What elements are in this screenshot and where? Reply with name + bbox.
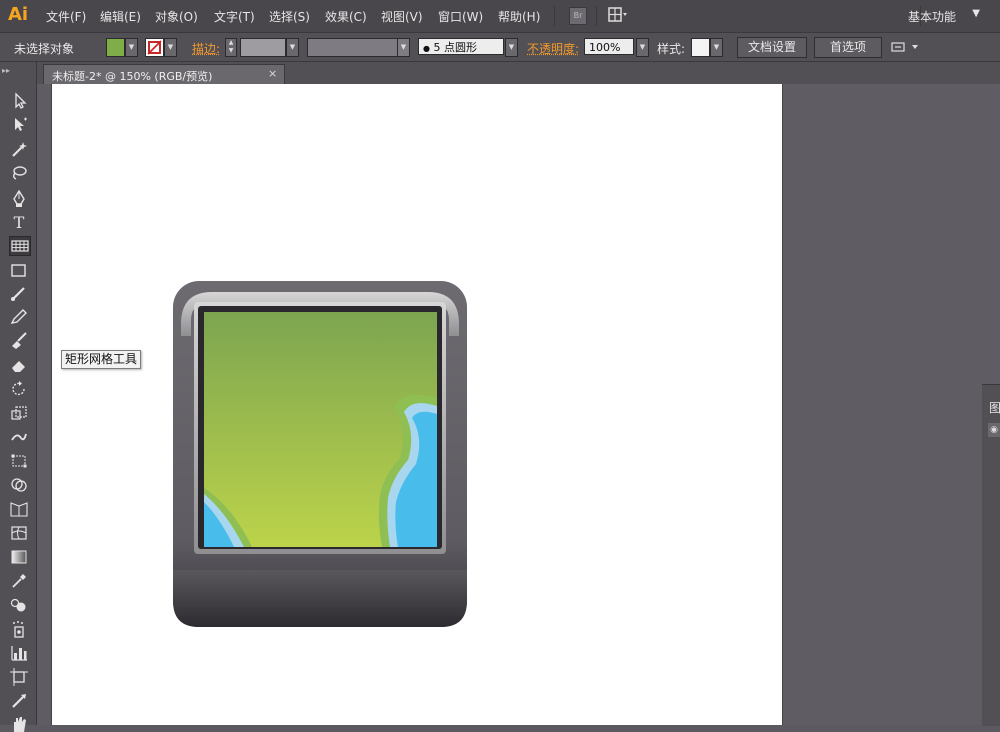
collapsed-side-panel[interactable]: 图 ◉ [982, 384, 1000, 726]
perspective-grid-tool-icon[interactable] [9, 500, 29, 518]
variable-width-dropdown[interactable]: ▼ [397, 38, 410, 57]
panel-visibility-icon[interactable]: ◉ [988, 423, 1000, 437]
artboard-tool-icon[interactable] [9, 668, 29, 686]
eyedropper-tool-icon[interactable] [9, 572, 29, 590]
pen-tool-icon[interactable] [9, 190, 29, 208]
stroke-label[interactable]: 描边: [192, 40, 220, 57]
opacity-label[interactable]: 不透明度: [527, 40, 579, 57]
fill-swatch[interactable] [106, 38, 125, 57]
warp-tool-icon[interactable] [9, 428, 29, 446]
canvas-area[interactable]: 矩形网格工具 [37, 84, 1000, 725]
opacity-dropdown[interactable]: ▼ [636, 38, 649, 57]
menu-object[interactable]: 对象(O) [155, 8, 198, 25]
brush-dropdown[interactable]: ▼ [505, 38, 518, 57]
mesh-tool-icon[interactable] [9, 524, 29, 542]
opacity-field[interactable]: 100% [584, 38, 634, 55]
artboard[interactable] [51, 84, 783, 725]
shape-builder-tool-icon[interactable] [9, 476, 29, 494]
photo-frame-artwork[interactable] [172, 280, 468, 628]
document-tab-bar: 未标题-2* @ 150% (RGB/预览) × [37, 62, 1000, 85]
menu-view[interactable]: 视图(V) [381, 8, 423, 25]
slice-tool-icon[interactable] [9, 692, 29, 710]
magic-wand-tool-icon[interactable] [9, 140, 29, 158]
gradient-tool-icon[interactable] [9, 548, 29, 566]
menu-file[interactable]: 文件(F) [46, 8, 86, 25]
graphic-style-dropdown[interactable]: ▼ [710, 38, 723, 57]
panel-grip-icon[interactable]: ▸▸ [2, 66, 10, 75]
stroke-weight-field[interactable] [240, 38, 286, 57]
control-bar: 未选择对象 ▼ ▼ 描边: ▲ ▼ ▼ ▼ ● 5 点圆形 ▼ 不透明度: 100… [0, 33, 1000, 62]
document-tab-title: 未标题-2* @ 150% (RGB/预览) [52, 70, 213, 83]
bridge-icon[interactable]: Br [569, 7, 587, 25]
close-icon[interactable]: × [268, 67, 277, 80]
symbol-sprayer-tool-icon[interactable] [9, 620, 29, 638]
variable-width-profile[interactable] [307, 38, 399, 57]
type-tool-icon[interactable]: T [9, 214, 29, 232]
selection-status: 未选择对象 [14, 42, 75, 56]
brush-dot-icon: ● [423, 44, 430, 53]
menu-effect[interactable]: 效果(C) [325, 8, 367, 25]
menu-separator [554, 6, 555, 26]
tool-tooltip: 矩形网格工具 [61, 350, 142, 369]
scale-tool-icon[interactable] [9, 404, 29, 422]
free-transform-tool-icon[interactable] [9, 452, 29, 470]
paintbrush-tool-icon[interactable] [9, 284, 29, 302]
panel-tab-label[interactable]: 图 [989, 399, 1000, 416]
app-logo: Ai [8, 4, 29, 25]
rectangular-grid-tool-icon[interactable] [9, 236, 31, 256]
menu-type[interactable]: 文字(T) [214, 8, 255, 25]
menu-bar: Ai 文件(F) 编辑(E) 对象(O) 文字(T) 选择(S) 效果(C) 视… [0, 0, 1000, 33]
direct-selection-tool-icon[interactable] [9, 116, 29, 134]
rectangle-tool-icon[interactable] [9, 262, 29, 280]
panel-menu-icon[interactable] [890, 40, 920, 54]
menu-select[interactable]: 选择(S) [269, 8, 310, 25]
tools-panel: ▸▸ T [0, 62, 37, 732]
fill-dropdown[interactable]: ▼ [125, 38, 138, 57]
blend-tool-icon[interactable] [9, 596, 29, 614]
rotate-tool-icon[interactable] [9, 380, 29, 398]
menu-edit[interactable]: 编辑(E) [100, 8, 141, 25]
arrange-documents-icon[interactable] [608, 7, 628, 23]
hand-tool-icon[interactable] [9, 714, 29, 732]
brush-name: 5 点圆形 [433, 41, 477, 54]
document-setup-button[interactable]: 文档设置 [737, 37, 807, 58]
frame-bottom [173, 570, 467, 627]
stroke-weight-stepper[interactable]: ▲ ▼ [225, 38, 237, 57]
graphic-style-swatch[interactable] [691, 38, 710, 57]
lasso-tool-icon[interactable] [9, 164, 29, 182]
stroke-dropdown[interactable]: ▼ [164, 38, 177, 57]
column-graph-tool-icon[interactable] [9, 644, 29, 662]
style-label: 样式: [657, 42, 686, 56]
menu-window[interactable]: 窗口(W) [438, 8, 483, 25]
brush-definition-field[interactable]: ● 5 点圆形 [418, 38, 504, 55]
blob-brush-tool-icon[interactable] [9, 332, 29, 350]
document-tab[interactable]: 未标题-2* @ 150% (RGB/预览) × [43, 64, 285, 85]
menu-help[interactable]: 帮助(H) [498, 8, 540, 25]
chevron-down-icon[interactable]: ▼ [972, 8, 980, 19]
stroke-none-icon[interactable] [145, 38, 164, 57]
selection-tool-icon[interactable] [9, 92, 29, 110]
menu-separator [596, 6, 597, 26]
workspace-switcher[interactable]: 基本功能 [908, 8, 956, 25]
pencil-tool-icon[interactable] [9, 308, 29, 326]
eraser-tool-icon[interactable] [9, 356, 29, 374]
stroke-weight-dropdown[interactable]: ▼ [286, 38, 299, 57]
preferences-button[interactable]: 首选项 [814, 37, 882, 58]
